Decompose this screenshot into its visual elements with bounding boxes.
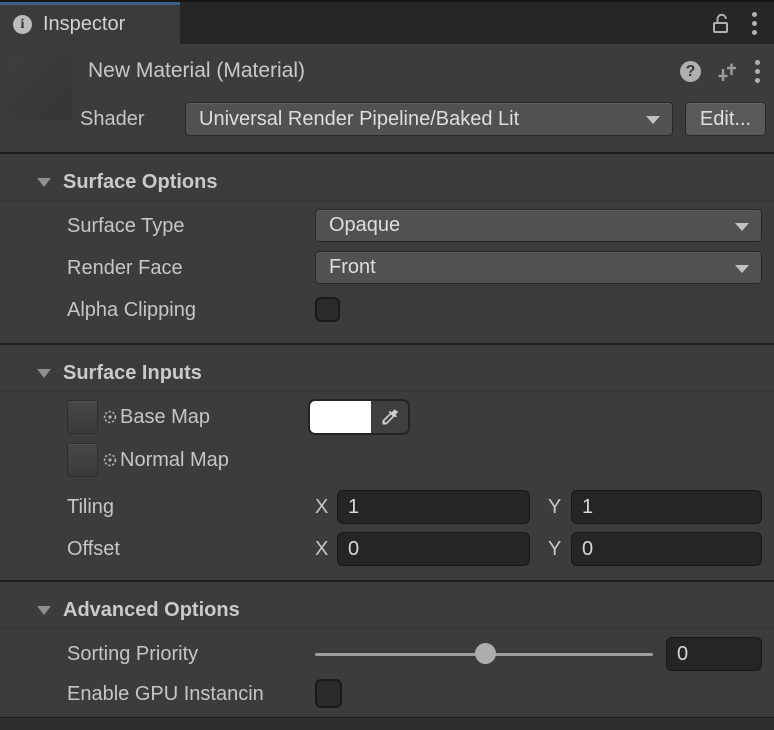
object-picker-icon[interactable] — [103, 453, 117, 467]
tab-label: Inspector — [43, 13, 125, 36]
shader-edit-button[interactable]: Edit... — [685, 102, 766, 136]
surface-type-row: Surface Type Opaque — [67, 209, 774, 243]
tab-bar: i Inspector — [0, 0, 774, 44]
base-map-label: Base Map — [120, 400, 210, 435]
material-preview-thumbnail — [8, 56, 72, 120]
material-title: New Material (Material) — [88, 59, 305, 83]
normal-map-row: Normal Map — [67, 443, 774, 478]
gpu-instancing-checkbox[interactable] — [315, 679, 342, 708]
shader-label: Shader — [80, 102, 145, 136]
eyedropper-button[interactable] — [371, 401, 408, 433]
gpu-instancing-row: Enable GPU Instancin — [67, 679, 774, 709]
chevron-down-icon — [735, 223, 749, 231]
render-face-row: Render Face Front — [67, 251, 774, 285]
header-menu-kebab-icon[interactable] — [753, 58, 762, 85]
offset-y-input[interactable] — [571, 532, 762, 566]
shader-dropdown-value: Universal Render Pipeline/Baked Lit — [199, 108, 519, 131]
chevron-down-icon — [646, 116, 660, 124]
sorting-priority-row: Sorting Priority — [67, 637, 774, 671]
section-surface-options: Surface Options Surface Type Opaque Rend… — [0, 154, 774, 343]
tiling-x-label: X — [315, 490, 328, 524]
offset-x-label: X — [315, 532, 328, 566]
foldout-triangle-icon — [37, 369, 51, 378]
tiling-y-input[interactable] — [571, 490, 762, 524]
presets-icon[interactable] — [716, 61, 738, 83]
object-picker-icon[interactable] — [103, 410, 117, 424]
material-header: New Material (Material) ? Shader Univers… — [0, 44, 774, 152]
gpu-instancing-label: Enable GPU Instancin — [67, 683, 264, 705]
surface-type-label: Surface Type — [67, 215, 184, 237]
offset-x-input[interactable] — [337, 532, 530, 566]
alpha-clipping-label: Alpha Clipping — [67, 299, 196, 321]
shader-dropdown[interactable]: Universal Render Pipeline/Baked Lit — [185, 102, 673, 136]
tiling-row: Tiling X Y — [67, 490, 774, 524]
info-icon: i — [13, 15, 32, 34]
surface-type-dropdown[interactable]: Opaque — [315, 209, 762, 242]
surface-inputs-foldout[interactable]: Surface Inputs — [0, 355, 774, 392]
tab-menu-kebab-icon[interactable] — [750, 10, 759, 37]
base-map-row: Base Map — [67, 400, 774, 435]
render-face-dropdown[interactable]: Front — [315, 251, 762, 284]
base-map-color-field — [308, 399, 410, 435]
help-icon[interactable]: ? — [680, 61, 701, 82]
unlock-icon[interactable] — [709, 12, 732, 35]
tiling-y-label: Y — [548, 490, 561, 524]
base-map-color-swatch[interactable] — [310, 401, 371, 433]
normal-map-texture-slot[interactable] — [67, 443, 98, 477]
tab-inspector[interactable]: i Inspector — [0, 2, 180, 44]
surface-options-foldout[interactable]: Surface Options — [0, 164, 774, 201]
offset-label: Offset — [67, 538, 120, 560]
advanced-options-foldout[interactable]: Advanced Options — [0, 592, 774, 629]
offset-row: Offset X Y — [67, 532, 774, 566]
tiling-x-input[interactable] — [337, 490, 530, 524]
base-map-texture-slot[interactable] — [67, 400, 98, 434]
alpha-clipping-checkbox[interactable] — [315, 297, 340, 322]
chevron-down-icon — [735, 265, 749, 273]
section-surface-inputs: Surface Inputs Base Map — [0, 345, 774, 580]
foldout-triangle-icon — [37, 606, 51, 615]
section-advanced-options: Advanced Options Sorting Priority Enable… — [0, 582, 774, 717]
render-face-label: Render Face — [67, 257, 183, 279]
normal-map-label: Normal Map — [120, 443, 229, 478]
panel-footer — [0, 717, 774, 730]
sorting-priority-label: Sorting Priority — [67, 643, 198, 665]
offset-y-label: Y — [548, 532, 561, 566]
sorting-priority-input[interactable] — [666, 637, 762, 671]
tiling-label: Tiling — [67, 496, 114, 518]
alpha-clipping-row: Alpha Clipping — [67, 293, 774, 327]
foldout-triangle-icon — [37, 178, 51, 187]
sorting-priority-slider-handle[interactable] — [475, 643, 496, 664]
